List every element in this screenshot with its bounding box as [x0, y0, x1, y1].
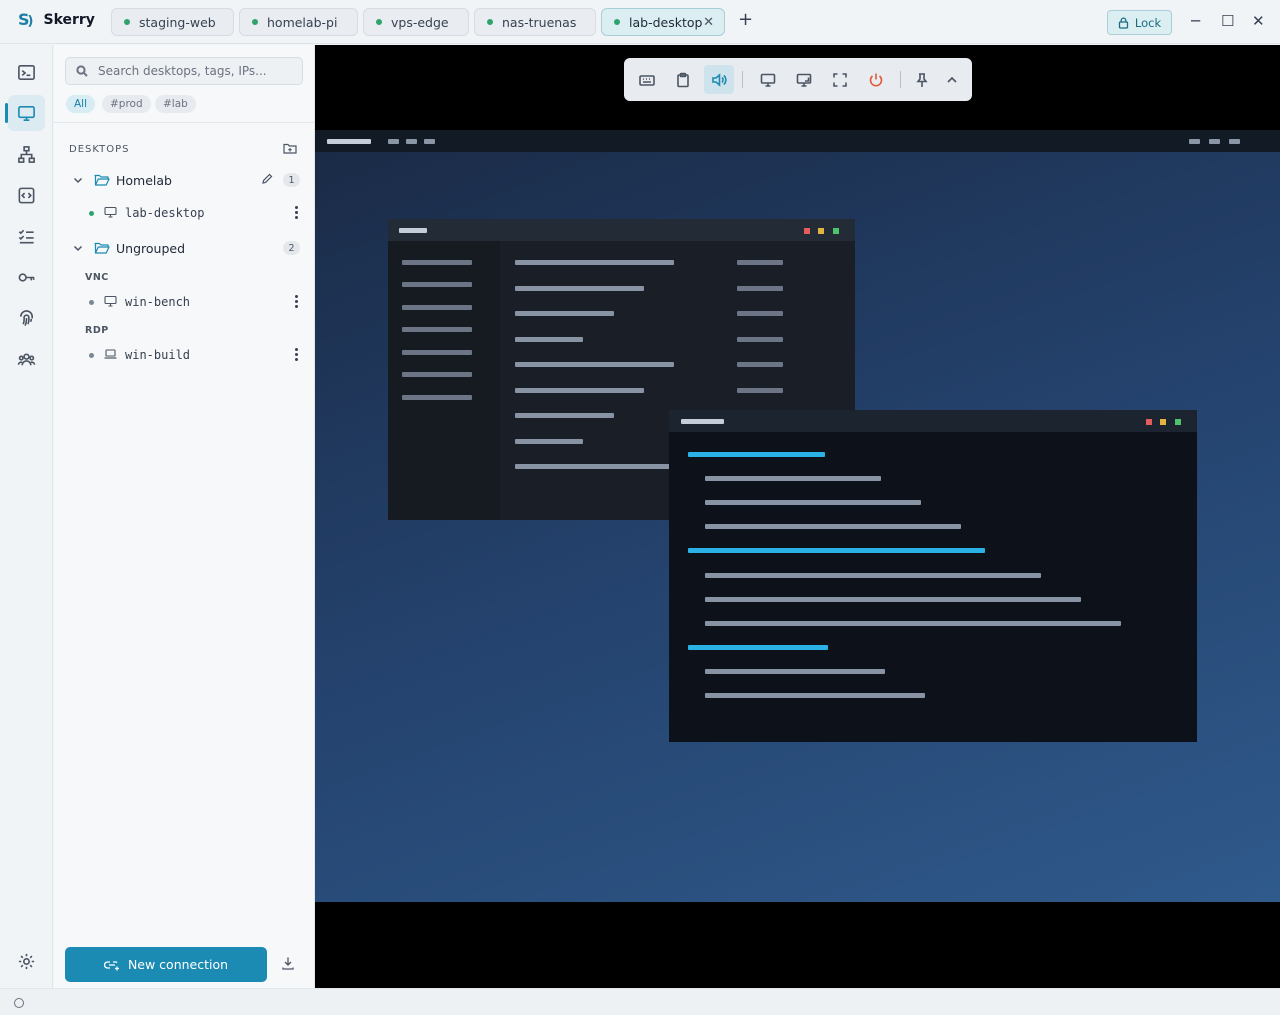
remote-desktop-viewport[interactable]: [315, 45, 1280, 988]
toolbar-divider: [900, 71, 901, 88]
download-icon[interactable]: [281, 956, 295, 970]
lock-label: Lock: [1134, 15, 1162, 30]
new-connection-label: New connection: [127, 957, 229, 972]
filter-chip-all[interactable]: All: [66, 95, 96, 113]
chevron-down-icon[interactable]: [72, 174, 84, 186]
fingerprint-icon[interactable]: [8, 300, 45, 336]
tab-label: homelab-pi: [267, 14, 338, 30]
tab-label: staging-web: [139, 14, 216, 30]
status-dot-offline: [89, 300, 94, 305]
search-icon: [76, 65, 88, 77]
monitor-icon: [104, 206, 117, 218]
lock-icon: [1118, 16, 1129, 29]
desktop-item-win-build[interactable]: win-build: [54, 343, 315, 367]
desktop-name: win-bench: [125, 295, 191, 309]
desktop-name: win-build: [125, 348, 191, 362]
edit-icon[interactable]: [261, 173, 273, 185]
status-dot: [124, 19, 130, 25]
disconnect-icon[interactable]: [861, 65, 891, 94]
search-box[interactable]: [65, 57, 303, 85]
monitor-icon: [104, 295, 117, 307]
tab-lab-desktop[interactable]: lab-desktop ✕: [601, 8, 725, 36]
audio-icon[interactable]: [704, 65, 734, 94]
tab-vps-edge[interactable]: vps-edge: [363, 8, 469, 36]
status-dot: [252, 19, 258, 25]
search-input[interactable]: [98, 64, 288, 78]
more-options-icon[interactable]: [294, 348, 298, 361]
status-dot: [487, 19, 493, 25]
connection-status-icon: [14, 998, 24, 1008]
filter-chip-lab[interactable]: #lab: [155, 95, 196, 113]
pin-icon[interactable]: [907, 65, 937, 94]
settings-icon[interactable]: [8, 943, 45, 979]
keyboard-icon[interactable]: [632, 65, 662, 94]
status-dot-online: [89, 211, 94, 216]
group-count-badge: 2: [283, 241, 300, 255]
tab-nas-truenas[interactable]: nas-truenas: [474, 8, 596, 36]
group-label: Homelab: [116, 173, 172, 188]
desktop-item-win-bench[interactable]: win-bench: [54, 290, 315, 314]
title-bar: S) Skerry staging-web homelab-pi vps-edg…: [0, 0, 1280, 44]
checklist-icon[interactable]: [8, 218, 45, 254]
team-icon[interactable]: [8, 341, 45, 377]
icon-rail: [0, 45, 53, 988]
desktop-item-lab-desktop[interactable]: lab-desktop: [54, 201, 315, 225]
remote-window-editor: [669, 410, 1197, 742]
tab-label: vps-edge: [391, 14, 449, 30]
tab-close-icon[interactable]: ✕: [703, 15, 714, 30]
desktops-sidebar: All #prod #lab DESKTOPS Homelab 1 lab-de…: [54, 45, 315, 988]
remote-panel: [315, 130, 1280, 152]
tab-label: nas-truenas: [502, 14, 577, 30]
minimize-icon[interactable]: ─: [1191, 13, 1200, 29]
protocol-label-rdp: RDP: [85, 325, 109, 336]
monitor-icon[interactable]: [753, 65, 783, 94]
new-folder-icon[interactable]: [283, 142, 297, 154]
folder-open-icon: [94, 242, 110, 254]
toolbar-divider: [742, 71, 743, 88]
network-icon[interactable]: [8, 136, 45, 172]
viewer-toolbar: [624, 58, 972, 101]
new-tab-icon[interactable]: +: [738, 11, 753, 29]
terminal-icon[interactable]: [8, 54, 45, 90]
link-plus-icon: [103, 960, 119, 970]
tab-label: lab-desktop: [629, 14, 703, 30]
app-logo: S): [18, 10, 34, 29]
lock-button[interactable]: Lock: [1107, 10, 1172, 35]
clipboard-icon[interactable]: [668, 65, 698, 94]
group-ungrouped[interactable]: Ungrouped 2: [54, 236, 315, 260]
maximize-icon[interactable]: ☐: [1221, 13, 1234, 29]
group-count-badge: 1: [283, 173, 300, 187]
laptop-icon: [104, 349, 117, 359]
status-dot: [614, 19, 620, 25]
new-connection-button[interactable]: New connection: [65, 947, 267, 982]
more-options-icon[interactable]: [294, 206, 298, 219]
status-bar: [0, 988, 1280, 1015]
status-dot: [376, 19, 382, 25]
folder-open-icon: [94, 174, 110, 186]
key-icon[interactable]: [8, 259, 45, 295]
app-name: Skerry: [43, 11, 95, 28]
group-homelab[interactable]: Homelab 1: [54, 168, 315, 192]
desktop-name: lab-desktop: [125, 206, 205, 220]
app-brand: S) Skerry: [18, 10, 95, 29]
group-label: Ungrouped: [116, 241, 186, 256]
chevron-down-icon[interactable]: [72, 242, 84, 254]
fullscreen-icon[interactable]: [825, 65, 855, 94]
tab-staging-web[interactable]: staging-web: [111, 8, 234, 36]
more-options-icon[interactable]: [294, 295, 298, 308]
close-window-icon[interactable]: ✕: [1252, 13, 1265, 29]
sidebar-divider: [54, 122, 315, 123]
section-title: DESKTOPS: [69, 144, 130, 155]
collapse-icon[interactable]: [937, 65, 967, 94]
status-dot-offline: [89, 353, 94, 358]
scale-icon[interactable]: [789, 65, 819, 94]
desktop-icon[interactable]: [5, 95, 45, 131]
code-icon[interactable]: [8, 177, 45, 213]
remote-screen[interactable]: [315, 130, 1280, 902]
filter-chip-prod[interactable]: #prod: [102, 95, 151, 113]
protocol-label-vnc: VNC: [85, 272, 109, 283]
tab-homelab-pi[interactable]: homelab-pi: [239, 8, 358, 36]
